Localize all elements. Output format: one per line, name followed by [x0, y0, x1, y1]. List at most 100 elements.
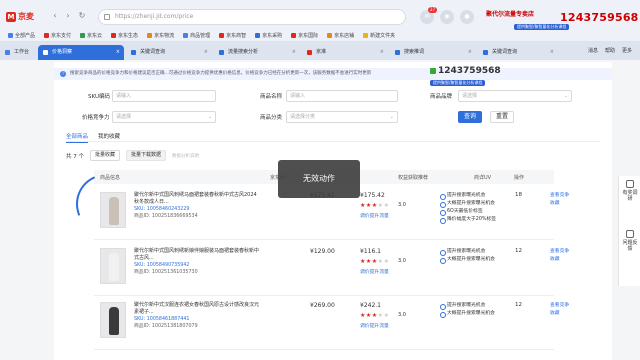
star-icon: ★: [383, 202, 390, 209]
adjust-price-link[interactable]: 调价提升流量: [360, 212, 389, 219]
product-image[interactable]: [100, 302, 126, 338]
avatar[interactable]: ●: [460, 10, 474, 24]
close-icon[interactable]: ×: [292, 45, 296, 60]
back-icon[interactable]: ‹: [50, 11, 60, 21]
benefit-tips: 提升搜索曝光机会 大概提升搜索曝光机会: [440, 248, 495, 264]
browser-tab[interactable]: 工作台: [0, 45, 36, 60]
bookmark-item[interactable]: 京东物流: [147, 32, 174, 39]
browser-tab[interactable]: 关键词查询 ×: [478, 45, 558, 60]
sku-input[interactable]: 请输入: [112, 90, 216, 102]
bookmark-item[interactable]: 京东云: [80, 32, 102, 39]
browser-tab[interactable]: 价格洞察 ×: [38, 45, 124, 60]
tab-menu-item[interactable]: 更多: [622, 47, 632, 54]
tab-menu-item[interactable]: 消息: [588, 47, 598, 54]
bookmark-item[interactable]: 京东采购: [255, 32, 282, 39]
reset-button[interactable]: 重置: [490, 111, 514, 123]
rank-price: ¥175.42: [360, 192, 385, 199]
adjust-price-link[interactable]: 调价提升流量: [360, 322, 389, 329]
app-logo: M 京麦: [6, 11, 34, 22]
favorite-link[interactable]: 收藏: [550, 256, 569, 264]
survey-label: 有奖调研: [622, 190, 638, 202]
browser-tab[interactable]: 京准 ×: [302, 45, 388, 60]
bookmark-label: 京东支付: [51, 33, 72, 39]
rank-price: ¥242.1: [360, 302, 381, 309]
view-competition-link[interactable]: 查看竞争: [550, 192, 569, 200]
sku-placeholder: 请输入: [116, 93, 132, 99]
price-competitiveness-select[interactable]: 请选择 ⌄: [112, 111, 216, 123]
view-competition-link[interactable]: 查看竞争: [550, 302, 569, 310]
chevron-down-icon: ⌄: [563, 93, 568, 99]
bookmark-item[interactable]: 全部产品: [8, 32, 35, 39]
product-title[interactable]: 聚代尔新中式汉服连衣裙女春秋国风原古设计感改良汉元素裙子...: [134, 302, 260, 316]
bookmark-item[interactable]: 新建文件夹: [363, 32, 395, 39]
name-input[interactable]: 请输入: [286, 90, 398, 102]
browser-tab[interactable]: 关键词查询 ×: [126, 45, 212, 60]
close-icon[interactable]: ×: [468, 45, 472, 60]
product-sku[interactable]: SKU: 10058490735942: [134, 262, 260, 269]
favorite-link[interactable]: 收藏: [550, 310, 569, 318]
search-button[interactable]: 查询: [458, 111, 482, 123]
browser-tab[interactable]: 流量搜索分析 ×: [214, 45, 300, 60]
gift-icon: [626, 180, 634, 188]
bookmark-label: 京东生态: [118, 33, 139, 39]
survey-button[interactable]: 有奖调研: [621, 180, 639, 202]
bookmark-item[interactable]: 京东生态: [111, 32, 138, 39]
close-icon[interactable]: ×: [380, 45, 384, 60]
brand-select[interactable]: 请选择 ⌄: [458, 90, 572, 102]
tab-favicon: [483, 50, 488, 55]
browser-tab[interactable]: 搜索推词 ×: [390, 45, 476, 60]
adjust-price-link[interactable]: 调价提升流量: [360, 268, 389, 275]
tab-favicon: [43, 50, 48, 55]
forward-icon[interactable]: ›: [63, 11, 73, 21]
category-label: 商品分类: [260, 115, 283, 121]
rank-price: ¥116.1: [360, 248, 381, 255]
info-icon: !: [60, 71, 66, 77]
star-icon: ★: [383, 258, 390, 265]
product-image[interactable]: [100, 248, 126, 284]
bookmark-label: 京东物流: [154, 33, 175, 39]
url-bar[interactable]: https://zhenji.jd.com/price: [98, 9, 406, 25]
bookmark-label: 全部产品: [15, 33, 36, 39]
view-competition-link[interactable]: 查看竞争: [550, 248, 569, 256]
close-icon[interactable]: ×: [550, 45, 554, 60]
feedback-icon: [626, 230, 634, 238]
bookmark-item[interactable]: 京东店铺: [327, 32, 354, 39]
bookmark-icon: [111, 33, 117, 38]
product-sku[interactable]: SKU: 10058460243229: [134, 206, 260, 213]
competitiveness-stars: ★★★★★: [360, 258, 389, 265]
bell-icon[interactable]: ◉: [440, 10, 454, 24]
bookmark-label: 京东采购: [262, 33, 283, 39]
bookmark-label: 京东商智: [226, 33, 247, 39]
notification-badge: 27: [428, 7, 438, 13]
bookmark-icon: [219, 33, 225, 38]
bookmark-item[interactable]: 京东支付: [44, 32, 71, 39]
brand-placeholder: 请选择: [462, 93, 478, 99]
benefit-tip: 6O天最低价标签: [440, 208, 496, 216]
product-sku[interactable]: SKU: 10058461887441: [134, 316, 260, 323]
data-hint-link[interactable]: 数据分析说明: [172, 153, 199, 159]
product-title[interactable]: 聚代尔新中式国风刺绣新娘伴娘服装马面裙套装春秋新中式古风...: [134, 248, 260, 262]
product-title[interactable]: 聚代尔新中式国风刺绣马面裙套装春秋新中式古风2024秋冬款成人日...: [134, 192, 260, 206]
notice-text: 搜索竞争商品的价格竞争力和价格建议是否正确...可通过价格竞争力提供优惠价格信息…: [70, 71, 372, 76]
bookmark-icon: [183, 33, 189, 38]
bookmark-label: 新建文件夹: [370, 33, 396, 39]
close-icon[interactable]: ×: [116, 45, 120, 60]
bookmark-label: 京东店铺: [334, 33, 355, 39]
batch-export-button[interactable]: 批量下载数据: [126, 150, 167, 161]
benefit-tip: 大概提升搜索曝光机会: [440, 200, 496, 208]
favorite-link[interactable]: 收藏: [550, 200, 569, 208]
refresh-icon[interactable]: ↻: [77, 11, 87, 21]
tab-favicon: [395, 50, 400, 55]
batch-favorite-button[interactable]: 批量收藏: [90, 150, 121, 161]
bookmark-item[interactable]: 京东商智: [219, 32, 246, 39]
column-header[interactable]: 商详UV: [474, 174, 491, 181]
bookmark-icon: [147, 33, 153, 38]
category-select[interactable]: 请选择分类 ⌄: [286, 111, 398, 123]
bookmark-icon: [255, 33, 261, 38]
close-icon[interactable]: ×: [204, 45, 208, 60]
price-placeholder: 请选择: [116, 114, 132, 120]
bookmark-item[interactable]: 京东国际: [291, 32, 318, 39]
feedback-button[interactable]: 问题反馈: [621, 230, 639, 252]
tab-menu-item[interactable]: 帮助: [605, 47, 615, 54]
bookmark-item[interactable]: 商品管理: [183, 32, 210, 39]
